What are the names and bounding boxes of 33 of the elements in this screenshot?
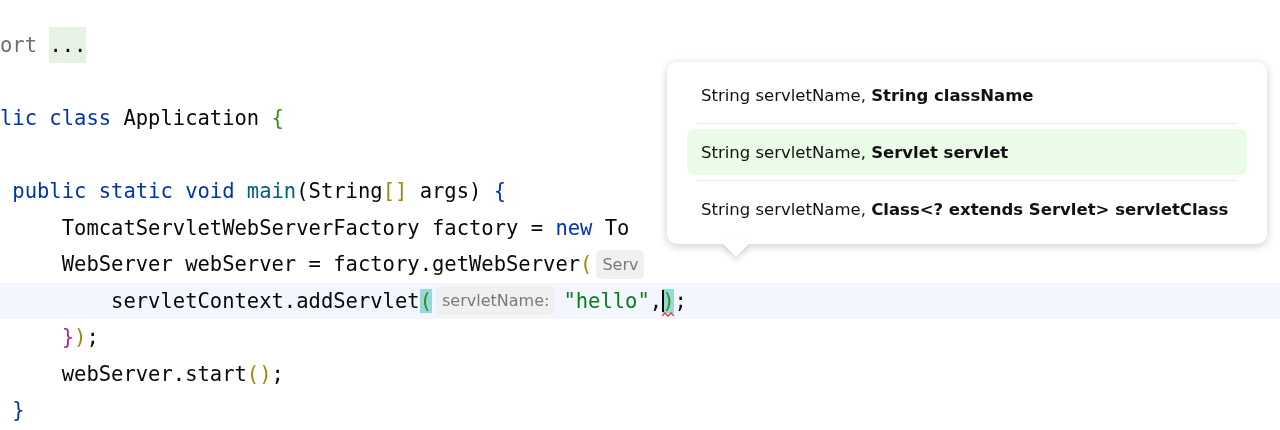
code-text: WebServer webServer = factory.getWebServer: [60, 252, 581, 277]
code-text: }: [11, 398, 25, 423]
code-text: {: [493, 179, 507, 204]
code-text: "hello": [563, 288, 650, 313]
matched-bracket: (: [419, 288, 432, 313]
parameter-hint: servletName:: [436, 286, 556, 316]
code-text: public static void: [11, 179, 236, 204]
code-text: args): [418, 179, 483, 204]
signature-option[interactable]: String servletName, Class<? extends Servlet> servletClass: [687, 186, 1247, 232]
code-text: ,: [649, 288, 663, 313]
code-text: webServer.start: [60, 361, 247, 386]
code-text: {: [271, 106, 284, 131]
code-text: (: [580, 252, 593, 277]
code-text: (String: [296, 179, 383, 204]
parameter-hint: Serv: [596, 249, 645, 279]
code-text: (): [246, 361, 272, 386]
code-text: ort: [0, 33, 39, 58]
code-text: ;: [271, 361, 284, 386]
signature-option[interactable]: String servletName, String className: [687, 72, 1247, 118]
code-text: []: [382, 179, 408, 204]
code-text: }: [60, 325, 75, 350]
code-text: lic class: [0, 106, 113, 131]
folded-code[interactable]: ...: [49, 27, 87, 64]
code-text: Application: [123, 106, 261, 131]
code-text: TomcatServletWebServerFactory factory =: [60, 215, 545, 240]
signature-option[interactable]: String servletName, Servlet servlet: [687, 129, 1247, 175]
code-text: main: [246, 179, 297, 204]
code-text: ): [74, 325, 87, 350]
code-text: servletContext.addServlet: [110, 288, 420, 313]
code-text: ;: [674, 288, 687, 313]
code-text: ;: [86, 325, 99, 350]
code-text: new: [555, 215, 594, 240]
code-text: To: [604, 215, 630, 240]
